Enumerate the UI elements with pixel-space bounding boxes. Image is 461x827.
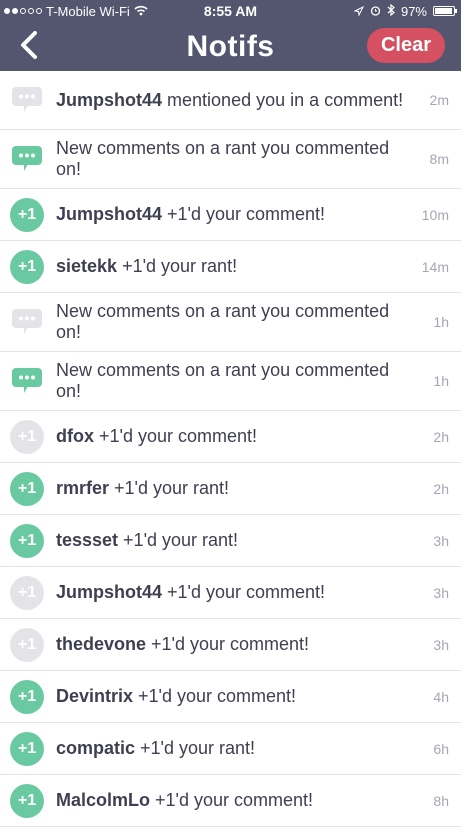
plus-one-icon: +1 (10, 523, 44, 558)
notification-text: +1'd your rant! (135, 738, 256, 758)
notification-text: +1'd your comment! (94, 426, 258, 446)
notification-row[interactable]: +1 MalcolmLo +1'd your comment! 8h (0, 775, 461, 827)
back-button[interactable] (14, 30, 44, 60)
clear-button[interactable]: Clear (366, 28, 445, 63)
notification-message: tessset +1'd your rant! (56, 530, 407, 551)
notification-time: 14m (421, 258, 449, 275)
notification-username: tessset (56, 530, 119, 550)
notification-time: 10m (421, 206, 449, 223)
notification-username: rmrfer (56, 478, 110, 498)
notification-time: 2m (429, 92, 449, 108)
notification-text: +1'd your comment! (150, 790, 314, 810)
battery-percent: 97% (400, 3, 427, 19)
notification-message: New comments on a rant you commented on! (56, 360, 407, 402)
notification-text: +1'd your rant! (118, 530, 239, 550)
notification-username: MalcolmLo (56, 790, 151, 810)
notification-message: compatic +1'd your rant! (56, 738, 407, 759)
plus-one-icon: +1 (10, 197, 44, 232)
notification-username: Jumpshot44 (56, 204, 163, 224)
notification-text: +1'd your comment! (146, 634, 310, 654)
location-icon (353, 4, 365, 19)
notification-message: thedevone +1'd your comment! (56, 634, 407, 655)
notification-username: dfox (56, 426, 94, 446)
chevron-left-icon (21, 31, 37, 59)
bluetooth-icon (387, 3, 395, 19)
notification-message: MalcolmLo +1'd your comment! (56, 790, 407, 811)
notification-time: 2h (433, 428, 449, 445)
plus-one-icon: +1 (10, 731, 44, 766)
notification-text: New comments on a rant you commented on! (56, 138, 390, 179)
notification-row[interactable]: +1 compatic +1'd your rant! 6h (0, 723, 461, 775)
notification-message: Jumpshot44 mentioned you in a comment! (56, 90, 407, 111)
plus-one-icon: +1 (10, 627, 44, 662)
battery-icon (433, 6, 457, 16)
plus-one-icon: +1 (10, 679, 44, 714)
notification-username: Jumpshot44 (56, 582, 163, 602)
notification-time: 8m (429, 151, 449, 167)
plus-one-icon: +1 (10, 419, 44, 454)
notification-text: New comments on a rant you commented on! (56, 360, 390, 401)
notification-row[interactable]: +1 Jumpshot44 +1'd your comment! 3h (0, 567, 461, 619)
comment-icon (10, 364, 44, 398)
plus-one-icon: +1 (10, 783, 44, 818)
notification-row[interactable]: +1 Devintrix +1'd your comment! 4h (0, 671, 461, 723)
notification-row[interactable]: Jumpshot44 mentioned you in a comment! 2m (0, 71, 461, 130)
notification-time: 6h (433, 740, 449, 757)
notification-row[interactable]: +1 rmrfer +1'd your rant! 2h (0, 463, 461, 515)
notification-message: rmrfer +1'd your rant! (56, 478, 407, 499)
notification-row[interactable]: New comments on a rant you commented on!… (0, 352, 461, 411)
notification-message: New comments on a rant you commented on! (56, 301, 407, 343)
notification-message: dfox +1'd your comment! (56, 426, 407, 447)
notification-message: Jumpshot44 +1'd your comment! (56, 582, 407, 603)
notification-message: Jumpshot44 +1'd your comment! (56, 204, 407, 225)
notification-row[interactable]: +1 thedevone +1'd your comment! 3h (0, 619, 461, 671)
notification-row[interactable]: New comments on a rant you commented on!… (0, 130, 461, 189)
notification-row[interactable]: +1 Jumpshot44 +1'd your comment! 10m (0, 189, 461, 241)
notification-message: Devintrix +1'd your comment! (56, 686, 407, 707)
status-bar: T-Mobile Wi-Fi 8:55 AM 97% (0, 0, 461, 22)
notification-text: +1'd your comment! (162, 582, 326, 602)
notification-username: Jumpshot44 (56, 89, 163, 110)
notification-time: 8h (433, 792, 449, 809)
notification-username: Devintrix (56, 686, 134, 706)
nav-bar: Notifs Clear (0, 22, 461, 71)
notification-time: 2h (433, 480, 449, 497)
notification-text: +1'd your comment! (162, 204, 326, 224)
notification-username: compatic (56, 738, 136, 758)
notification-row[interactable]: New comments on a rant you commented on!… (0, 293, 461, 352)
comment-icon (10, 142, 44, 176)
notification-time: 1h (433, 373, 449, 389)
notification-time: 3h (433, 584, 449, 601)
notification-text: +1'd your rant! (109, 478, 230, 498)
notification-message: New comments on a rant you commented on! (56, 138, 407, 180)
plus-one-icon: +1 (10, 471, 44, 506)
notification-text: +1'd your comment! (133, 686, 297, 706)
notification-row[interactable]: +1 sietekk +1'd your rant! 14m (0, 241, 461, 293)
alarm-icon (370, 4, 381, 19)
notification-time: 1h (433, 314, 449, 330)
notification-list: Jumpshot44 mentioned you in a comment! 2m… (0, 71, 461, 827)
notification-time: 4h (433, 688, 449, 705)
header: T-Mobile Wi-Fi 8:55 AM 97% Notifs Clear (0, 0, 461, 71)
notification-row[interactable]: +1 tessset +1'd your rant! 3h (0, 515, 461, 567)
notification-text: mentioned you in a comment! (162, 89, 404, 110)
plus-one-icon: +1 (10, 249, 44, 284)
comment-icon (10, 305, 44, 339)
notification-row[interactable]: +1 dfox +1'd your comment! 2h (0, 411, 461, 463)
notification-username: sietekk (56, 256, 118, 276)
notification-text: New comments on a rant you commented on! (56, 301, 390, 342)
plus-one-icon: +1 (10, 575, 44, 610)
page-title: Notifs (186, 29, 275, 63)
notification-username: thedevone (56, 634, 147, 654)
notification-text: +1'd your rant! (117, 256, 238, 276)
comment-icon (10, 83, 44, 117)
notification-time: 3h (433, 532, 449, 549)
notification-message: sietekk +1'd your rant! (56, 256, 407, 277)
notification-time: 3h (433, 636, 449, 653)
